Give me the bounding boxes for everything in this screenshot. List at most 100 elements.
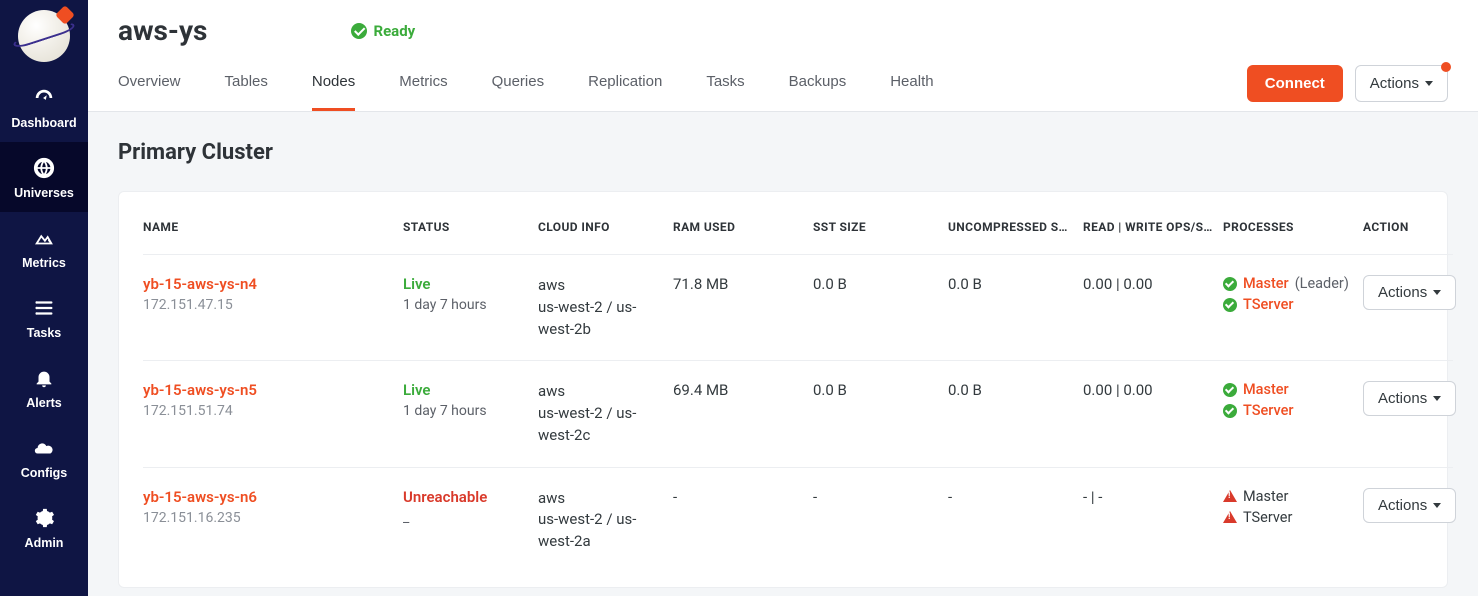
sidebar-item-label: Alerts: [26, 396, 61, 410]
globe-icon: [32, 156, 56, 180]
process-note: (Leader): [1295, 275, 1349, 292]
node-name-link[interactable]: yb-15-aws-ys-n4: [143, 275, 393, 293]
gear-icon: [32, 506, 56, 530]
tab-nodes[interactable]: Nodes: [312, 55, 355, 111]
process-label[interactable]: Master: [1243, 381, 1289, 398]
uncompressed-sst: 0.0 B: [948, 255, 1083, 361]
list-icon: [32, 296, 56, 320]
sidebar-item-tasks[interactable]: Tasks: [0, 282, 88, 352]
row-actions-button[interactable]: Actions: [1363, 275, 1456, 310]
process-line: Master: [1223, 488, 1353, 505]
node-uptime: 1 day 7 hours: [403, 297, 528, 313]
process-line: Master (Leader): [1223, 275, 1353, 292]
tab-replication[interactable]: Replication: [588, 55, 662, 111]
process-label[interactable]: TServer: [1243, 296, 1294, 313]
sidebar-item-label: Configs: [21, 466, 68, 480]
universe-status: Ready: [351, 22, 415, 40]
process-label: Master: [1243, 488, 1288, 505]
sidebar-item-label: Tasks: [27, 326, 62, 340]
processes-cell: Master TServer: [1223, 361, 1363, 467]
cloud-region: us-west-2 / us-west-2b: [538, 297, 663, 341]
cloud-region: us-west-2 / us-west-2a: [538, 509, 663, 553]
ram-used: -: [673, 467, 813, 573]
row-actions-button[interactable]: Actions: [1363, 381, 1456, 416]
sidebar-item-label: Admin: [25, 536, 64, 550]
column-header: RAM USED: [673, 200, 813, 255]
check-circle-icon: [1223, 404, 1237, 418]
ops-per-sec: - | -: [1083, 467, 1223, 573]
sst-size: -: [813, 467, 948, 573]
actions-label: Actions: [1378, 390, 1427, 407]
sidebar-item-alerts[interactable]: Alerts: [0, 352, 88, 422]
tab-queries[interactable]: Queries: [492, 55, 545, 111]
sidebar-item-configs[interactable]: Configs: [0, 422, 88, 492]
column-header: NAME: [143, 200, 403, 255]
tabs-row: Overview Tables Nodes Metrics Queries Replica…: [88, 55, 1478, 111]
actions-label: Actions: [1370, 75, 1419, 92]
process-line: Master: [1223, 381, 1353, 398]
warning-triangle-icon: [1223, 490, 1237, 502]
planet-icon: [18, 10, 70, 62]
tab-tables[interactable]: Tables: [225, 55, 268, 111]
node-uptime: 1 day 7 hours: [403, 403, 528, 419]
sidebar-item-admin[interactable]: Admin: [0, 492, 88, 562]
sidebar-item-label: Universes: [14, 186, 74, 200]
universe-title: aws-ys: [118, 14, 207, 47]
column-header: ACTION: [1363, 200, 1453, 255]
gauge-icon: [32, 86, 56, 110]
column-header: STATUS: [403, 200, 538, 255]
actions-label: Actions: [1378, 497, 1427, 514]
ram-used: 71.8 MB: [673, 255, 813, 361]
caret-down-icon: [1433, 396, 1441, 401]
node-ip: 172.151.51.74: [143, 403, 393, 419]
column-header: PROCESSES: [1223, 200, 1363, 255]
caret-down-icon: [1433, 290, 1441, 295]
table-row: yb-15-aws-ys-n6 172.151.16.235 Unreachable…: [143, 467, 1453, 573]
actions-label: Actions: [1378, 284, 1427, 301]
caret-down-icon: [1425, 81, 1433, 86]
uncompressed-sst: -: [948, 467, 1083, 573]
cloud-region: us-west-2 / us-west-2c: [538, 403, 663, 447]
caret-down-icon: [1433, 503, 1441, 508]
sidebar-item-label: Metrics: [22, 256, 66, 270]
process-label[interactable]: TServer: [1243, 402, 1294, 419]
section-title: Primary Cluster: [118, 140, 1448, 165]
check-circle-icon: [1223, 277, 1237, 291]
nodes-table: NAMESTATUSCLOUD INFORAM USEDSST SIZEUNCO…: [143, 200, 1453, 573]
sst-size: 0.0 B: [813, 255, 948, 361]
nodes-panel: NAMESTATUSCLOUD INFORAM USEDSST SIZEUNCO…: [118, 191, 1448, 588]
check-circle-icon: [1223, 298, 1237, 312]
node-status: Unreachable: [403, 488, 528, 506]
node-status: Live: [403, 275, 528, 293]
warning-triangle-icon: [1223, 511, 1237, 523]
universe-actions-button[interactable]: Actions: [1355, 65, 1448, 102]
sidebar-item-universes[interactable]: Universes: [0, 142, 88, 212]
process-label[interactable]: Master: [1243, 275, 1289, 292]
node-name-link[interactable]: yb-15-aws-ys-n6: [143, 488, 393, 506]
sidebar-item-dashboard[interactable]: Dashboard: [0, 72, 88, 142]
process-line: TServer: [1223, 509, 1353, 526]
row-actions-button[interactable]: Actions: [1363, 488, 1456, 523]
bell-icon: [32, 366, 56, 390]
product-logo[interactable]: [0, 0, 88, 72]
node-ip: 172.151.16.235: [143, 510, 393, 526]
check-circle-icon: [1223, 383, 1237, 397]
status-label: Ready: [373, 22, 415, 40]
cloud-provider: aws: [538, 381, 663, 403]
tab-health[interactable]: Health: [890, 55, 933, 111]
column-header: UNCOMPRESSED SST…: [948, 200, 1083, 255]
ram-used: 69.4 MB: [673, 361, 813, 467]
content: Primary Cluster NAMESTATUSCLOUD INFORAM …: [88, 112, 1478, 596]
column-header: SST SIZE: [813, 200, 948, 255]
tab-backups[interactable]: Backups: [789, 55, 847, 111]
tab-metrics[interactable]: Metrics: [399, 55, 447, 111]
header: aws-ys Ready Overview Tables Nodes Metrics Q…: [88, 0, 1478, 112]
sidebar-item-metrics[interactable]: Metrics: [0, 212, 88, 282]
tab-overview[interactable]: Overview: [118, 55, 181, 111]
check-circle-icon: [351, 23, 367, 39]
column-header: READ | WRITE OPS/SEC: [1083, 200, 1223, 255]
cloud-provider: aws: [538, 488, 663, 510]
tab-tasks[interactable]: Tasks: [706, 55, 744, 111]
connect-button[interactable]: Connect: [1247, 65, 1343, 102]
node-name-link[interactable]: yb-15-aws-ys-n5: [143, 381, 393, 399]
